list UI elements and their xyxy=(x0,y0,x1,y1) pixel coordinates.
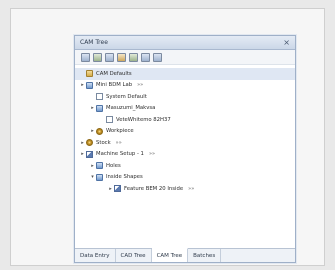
tree-row-label: Feature BEM 20 Inside xyxy=(124,185,184,192)
document-icon xyxy=(96,93,103,101)
copy-icon[interactable] xyxy=(105,52,114,62)
link-arrow-icon: »» xyxy=(148,151,156,158)
tree-row-machine-setup[interactable]: ▸ Machine Setup - 1 »» xyxy=(75,149,295,161)
stock-icon xyxy=(86,139,93,147)
tree-row-inside-shapes[interactable]: ▾ Inside Shapes xyxy=(75,172,295,184)
tree-row-label: Mini BDM Lab xyxy=(96,82,133,89)
expander-icon[interactable]: ▸ xyxy=(79,140,86,146)
tree-row-label: Holes xyxy=(106,162,121,169)
tree-row-label: Stock xyxy=(96,139,111,146)
folder-blue-icon xyxy=(96,162,103,170)
link-arrow-icon: »» xyxy=(188,185,195,192)
cam-tree-panel: CAM Tree × CAM Defaults ▸ Mini BDM Lab »… xyxy=(74,35,296,263)
project-icon xyxy=(86,81,93,89)
tree-row-label: System Default xyxy=(106,93,147,100)
expander-icon[interactable]: ▸ xyxy=(79,151,86,157)
tree-row-mini-bdm-lab[interactable]: ▸ Mini BDM Lab »» xyxy=(75,80,295,92)
expander-icon[interactable]: ▸ xyxy=(89,163,96,169)
folder-icon xyxy=(86,70,93,78)
expander-icon[interactable]: ▸ xyxy=(89,128,96,134)
panel-title: CAM Tree xyxy=(80,39,108,46)
tree-row-stock[interactable]: ▸ Stock »» xyxy=(75,137,295,149)
tree-row-label: CAM Defaults xyxy=(96,70,132,77)
expander-icon[interactable]: ▸ xyxy=(79,82,86,88)
grid-icon[interactable] xyxy=(153,52,162,62)
settings-icon[interactable] xyxy=(141,52,150,62)
tree-row-label: Masuzumi_Makvsa xyxy=(106,105,156,112)
expander-icon[interactable]: ▾ xyxy=(89,174,96,180)
tree-row-masuzumi[interactable]: ▸ Masuzumi_Makvsa xyxy=(75,103,295,115)
tree-row-feature-bem[interactable]: ▸ Feature BEM 20 Inside »» xyxy=(75,183,295,195)
link-arrow-icon: »» xyxy=(137,82,144,89)
folder-blue-icon xyxy=(96,173,103,181)
tab-cad-tree[interactable]: CAD Tree xyxy=(116,249,152,262)
panel-titlebar: CAM Tree × xyxy=(75,36,295,50)
link-arrow-icon: »» xyxy=(115,139,122,146)
feature-icon xyxy=(114,185,121,193)
bottom-tabs: Data Entry CAD Tree CAM Tree Batches xyxy=(75,248,295,262)
tab-batches[interactable]: Batches xyxy=(188,249,222,262)
tree-row-label: Workpiece xyxy=(106,128,134,135)
tree-row-vetewhitemo[interactable]: VeteWhitemo 82H37 xyxy=(75,114,295,126)
run-icon[interactable] xyxy=(129,52,138,62)
expander-icon[interactable]: ▸ xyxy=(107,186,114,192)
open-icon[interactable] xyxy=(93,52,102,62)
workpiece-icon xyxy=(96,127,103,135)
document-icon xyxy=(106,116,113,124)
tree-row-workpiece[interactable]: ▸ Workpiece xyxy=(75,126,295,138)
close-icon[interactable]: × xyxy=(283,38,290,47)
screenshot-frame: CAM Tree × CAM Defaults ▸ Mini BDM Lab »… xyxy=(10,8,325,266)
machine-setup-icon xyxy=(86,150,93,158)
folder-blue-icon xyxy=(96,104,103,112)
cam-tree: CAM Defaults ▸ Mini BDM Lab »» System De… xyxy=(75,65,295,195)
tree-row-label: Machine Setup - 1 xyxy=(96,151,144,158)
expander-icon[interactable]: ▸ xyxy=(89,105,96,111)
edit-icon[interactable] xyxy=(117,52,126,62)
tab-data-entry[interactable]: Data Entry xyxy=(75,249,116,262)
new-icon[interactable] xyxy=(81,52,90,62)
tree-row-system-default[interactable]: System Default xyxy=(75,91,295,103)
tree-row-label: VeteWhitemo 82H37 xyxy=(116,116,171,123)
toolbar xyxy=(75,50,295,65)
tree-row-cam-defaults[interactable]: CAM Defaults xyxy=(75,68,295,80)
tab-cam-tree[interactable]: CAM Tree xyxy=(151,248,189,262)
tree-row-holes[interactable]: ▸ Holes xyxy=(75,160,295,172)
tree-row-label: Inside Shapes xyxy=(106,174,143,181)
